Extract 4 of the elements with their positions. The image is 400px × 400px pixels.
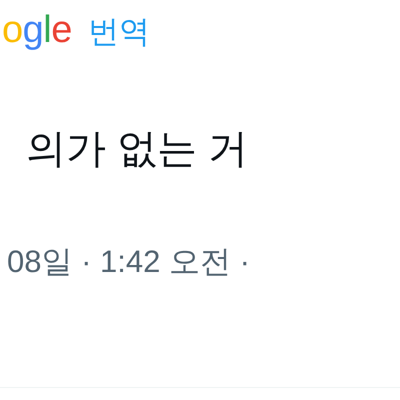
timestamp: 08일 · 1:42 오전 · — [6, 243, 251, 281]
logo-text: ogle — [2, 8, 72, 52]
translate-label: 번역 — [88, 13, 150, 51]
translated-text: 의가 없는 거 — [25, 126, 250, 173]
